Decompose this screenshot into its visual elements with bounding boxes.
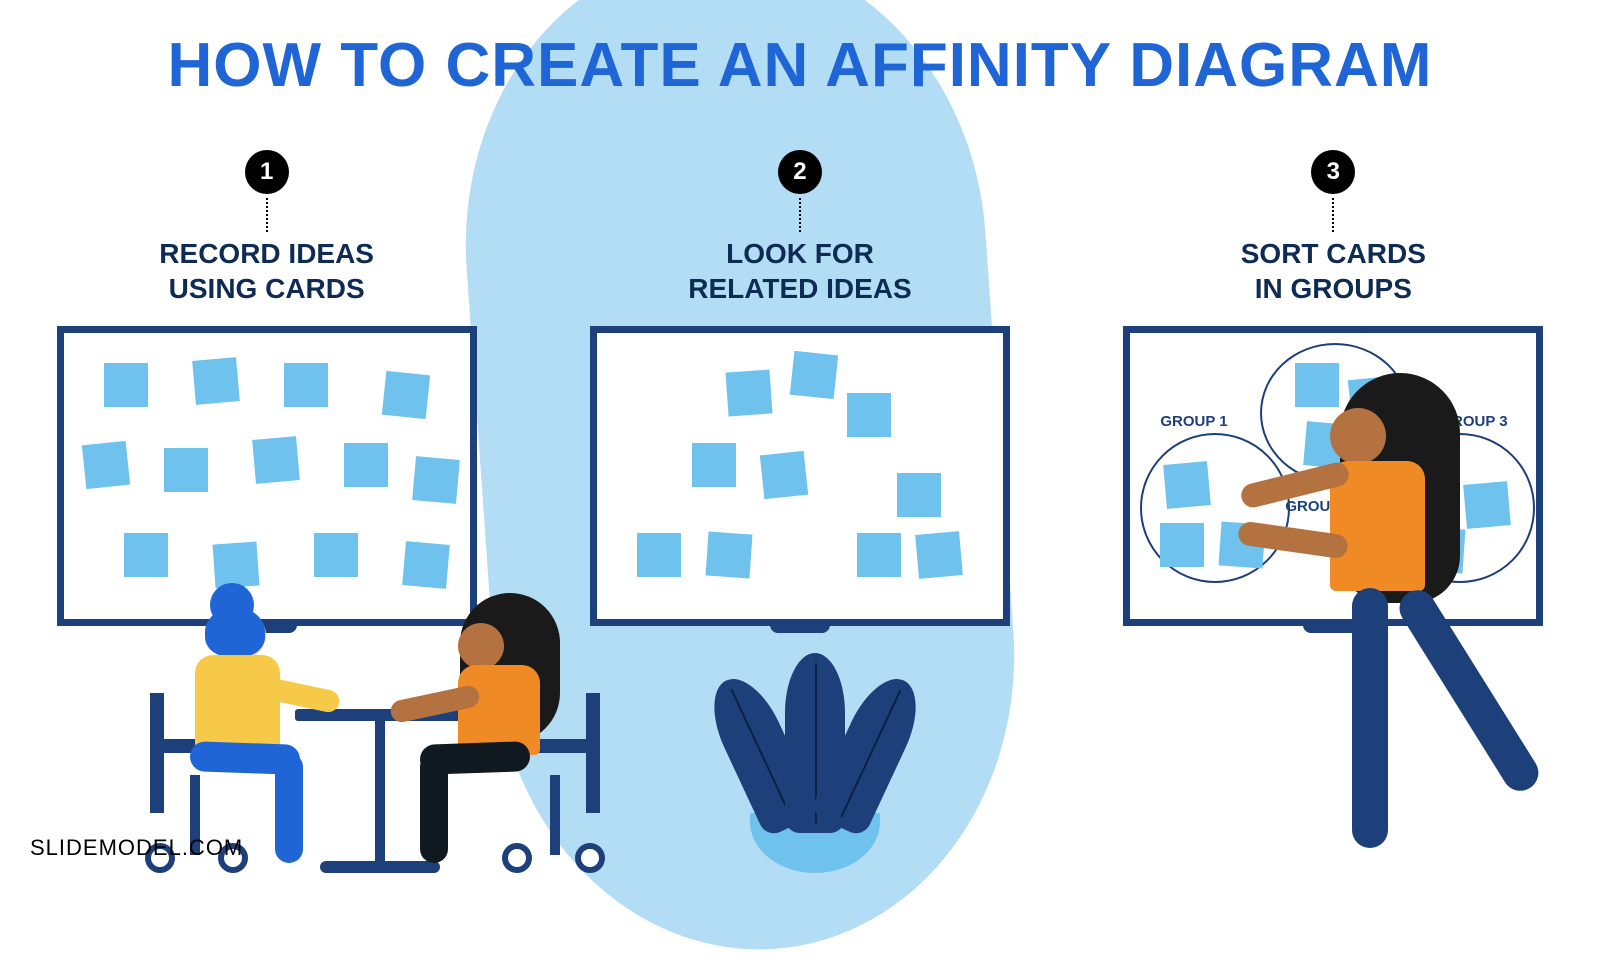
sticky-note — [706, 532, 753, 579]
page-title: HOW TO CREATE AN AFFINITY DIAGRAM — [0, 30, 1600, 101]
step-3-heading: SORT CARDS IN GROUPS — [1241, 236, 1426, 306]
sticky-note — [212, 542, 259, 589]
step-1-heading: RECORD IDEAS USING CARDS — [159, 236, 374, 306]
sticky-note — [192, 357, 240, 405]
sticky-note — [857, 533, 901, 577]
sticky-note — [412, 456, 460, 504]
board-2 — [590, 326, 1010, 626]
sticky-note — [344, 443, 388, 487]
connector-line — [1332, 198, 1334, 232]
sticky-note — [104, 363, 148, 407]
sticky-note — [314, 533, 358, 577]
footer-attribution: SLIDEMODEL.COM — [30, 835, 243, 861]
connector-line — [266, 198, 268, 232]
sticky-note — [1163, 461, 1211, 509]
sticky-note — [760, 451, 808, 499]
step-3-badge: 3 — [1311, 150, 1355, 194]
sticky-note — [790, 351, 838, 399]
step-1-badge: 1 — [245, 150, 289, 194]
sticky-note — [847, 393, 891, 437]
sticky-note — [897, 473, 941, 517]
step-2-heading: LOOK FOR RELATED IDEAS — [688, 236, 912, 306]
step-2-badge: 2 — [778, 150, 822, 194]
sticky-note — [402, 541, 450, 589]
sticky-note — [81, 441, 129, 489]
sticky-note — [915, 531, 963, 579]
step-1: 1 RECORD IDEAS USING CARDS — [37, 150, 497, 626]
sticky-note — [164, 448, 208, 492]
people-sitting-illustration — [150, 593, 580, 873]
sticky-note — [381, 371, 429, 419]
board-1 — [57, 326, 477, 626]
sticky-note — [692, 443, 736, 487]
sticky-note — [1160, 523, 1204, 567]
sticky-note — [284, 363, 328, 407]
plant-illustration — [720, 663, 910, 873]
connector-line — [799, 198, 801, 232]
group-1-label: GROUP 1 — [1160, 413, 1227, 430]
sticky-note — [637, 533, 681, 577]
sticky-note — [252, 436, 300, 484]
step-2: 2 LOOK FOR RELATED IDEAS — [570, 150, 1030, 626]
person-standing-illustration — [1260, 353, 1520, 873]
sticky-note — [726, 370, 773, 417]
sticky-note — [124, 533, 168, 577]
